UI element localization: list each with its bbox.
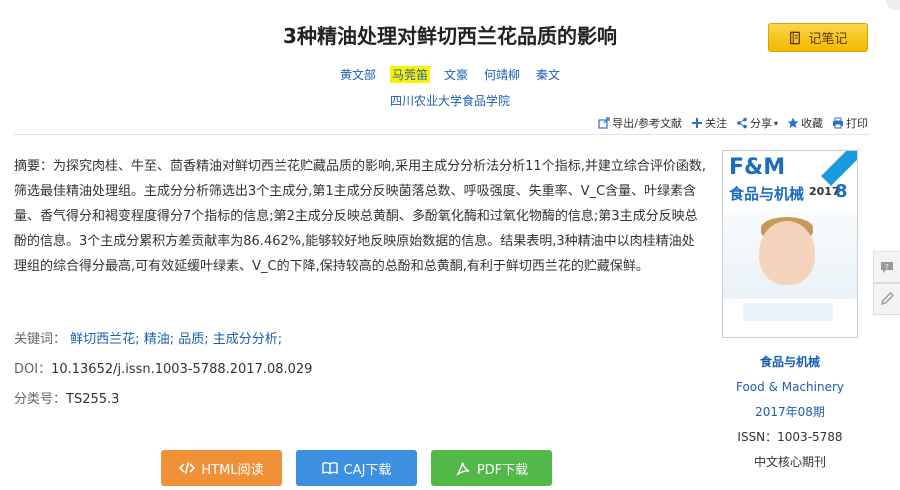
keyword-link[interactable]: 精油; xyxy=(144,332,174,347)
classification-row: 分类号：TS255.3 xyxy=(14,388,119,407)
abstract: 摘要：为探究肉桂、牛至、茴香精油对鲜切西兰花贮藏品质的影响,采用主成分分析法分析… xyxy=(14,154,706,279)
cover-issue-number: 8 xyxy=(835,181,848,202)
affiliation-link[interactable]: 四川农业大学食品学院 xyxy=(0,92,900,109)
doi-label: DOI： xyxy=(14,362,52,377)
export-icon xyxy=(598,117,610,129)
plus-icon xyxy=(691,118,702,128)
abstract-label: 摘要： xyxy=(14,159,54,174)
svg-text:?: ? xyxy=(885,263,889,271)
follow-button[interactable]: 关注 xyxy=(691,115,727,131)
author-link[interactable]: 黄文部 xyxy=(338,66,378,83)
cover-logo: F&M xyxy=(729,155,786,180)
side-edit-button[interactable] xyxy=(873,283,900,315)
author-link[interactable]: 何靖柳 xyxy=(482,66,522,83)
article-toolbar: 导出/参考文献 关注 分享 ▾ 收藏 打印 xyxy=(598,115,868,131)
journal-issue-link[interactable]: 2017年08期 xyxy=(722,400,858,425)
doi-value: 10.13652/j.issn.1003-5788.2017.08.029 xyxy=(51,362,313,377)
journal-name-link[interactable]: 食品与机械 xyxy=(722,350,858,375)
classification-label: 分类号： xyxy=(14,392,67,407)
author-link[interactable]: 秦文 xyxy=(534,66,562,83)
journal-issn: ISSN：1003-5788 xyxy=(737,430,843,444)
classification-value: TS255.3 xyxy=(66,392,120,407)
share-icon xyxy=(737,117,747,129)
pdf-download-button[interactable]: PDF下载 xyxy=(431,450,552,486)
chevron-down-icon: ▾ xyxy=(773,118,778,128)
cover-info-strip xyxy=(743,303,833,321)
journal-cover[interactable]: F&M 食品与机械 2017 8 xyxy=(722,150,858,338)
doi-row: DOI：10.13652/j.issn.1003-5788.2017.08.02… xyxy=(14,358,312,377)
keyword-link[interactable]: 品质; xyxy=(178,332,208,347)
pencil-icon xyxy=(880,292,894,306)
print-button[interactable]: 打印 xyxy=(832,115,868,131)
author-list: 黄文部 马莞笛 文豪 何靖柳 秦文 xyxy=(0,66,900,83)
download-buttons: HTML阅读 CAJ下载 PDF下载 xyxy=(161,450,552,486)
pdf-icon xyxy=(456,462,470,476)
take-note-label: 记笔记 xyxy=(808,32,848,47)
cover-title: 食品与机械 xyxy=(729,185,805,203)
keywords-label: 关键词： xyxy=(14,332,67,347)
header-divider xyxy=(14,134,870,135)
open-book-icon xyxy=(321,462,338,475)
article-title: 3种精油处理对鲜切西兰花品质的影响 xyxy=(283,24,617,48)
keywords-row: 关键词： 鲜切西兰花; 精油; 品质; 主成分分析; xyxy=(14,328,282,347)
journal-core-badge: 中文核心期刊 xyxy=(753,455,826,469)
export-citation-button[interactable]: 导出/参考文献 xyxy=(598,115,682,131)
html-read-button[interactable]: HTML阅读 xyxy=(161,450,282,486)
caj-download-button[interactable]: CAJ下载 xyxy=(296,450,417,486)
journal-english-name-link[interactable]: Food & Machinery xyxy=(722,375,858,400)
author-link[interactable]: 文豪 xyxy=(442,66,470,83)
notebook-icon xyxy=(790,31,801,44)
code-icon xyxy=(179,462,196,474)
author-link-highlighted[interactable]: 马莞笛 xyxy=(389,66,430,83)
side-feedback-button[interactable]: ? xyxy=(873,251,900,283)
top-corner-decoration xyxy=(886,0,900,10)
cover-child-face xyxy=(759,221,815,285)
share-button[interactable]: 分享 ▾ xyxy=(736,115,778,131)
take-note-button[interactable]: 记笔记 xyxy=(768,23,868,52)
abstract-text: 为探究肉桂、牛至、茴香精油对鲜切西兰花贮藏品质的影响,采用主成分分析法分析11个… xyxy=(14,159,706,274)
keyword-link[interactable]: 鲜切西兰花; xyxy=(70,332,139,347)
speech-bubble-icon: ? xyxy=(881,262,893,273)
favorite-button[interactable]: 收藏 xyxy=(787,115,823,131)
journal-info: 食品与机械 Food & Machinery 2017年08期 ISSN：100… xyxy=(722,350,858,475)
star-icon xyxy=(787,117,799,128)
printer-icon xyxy=(833,117,843,129)
keyword-link[interactable]: 主成分分析; xyxy=(213,332,282,347)
